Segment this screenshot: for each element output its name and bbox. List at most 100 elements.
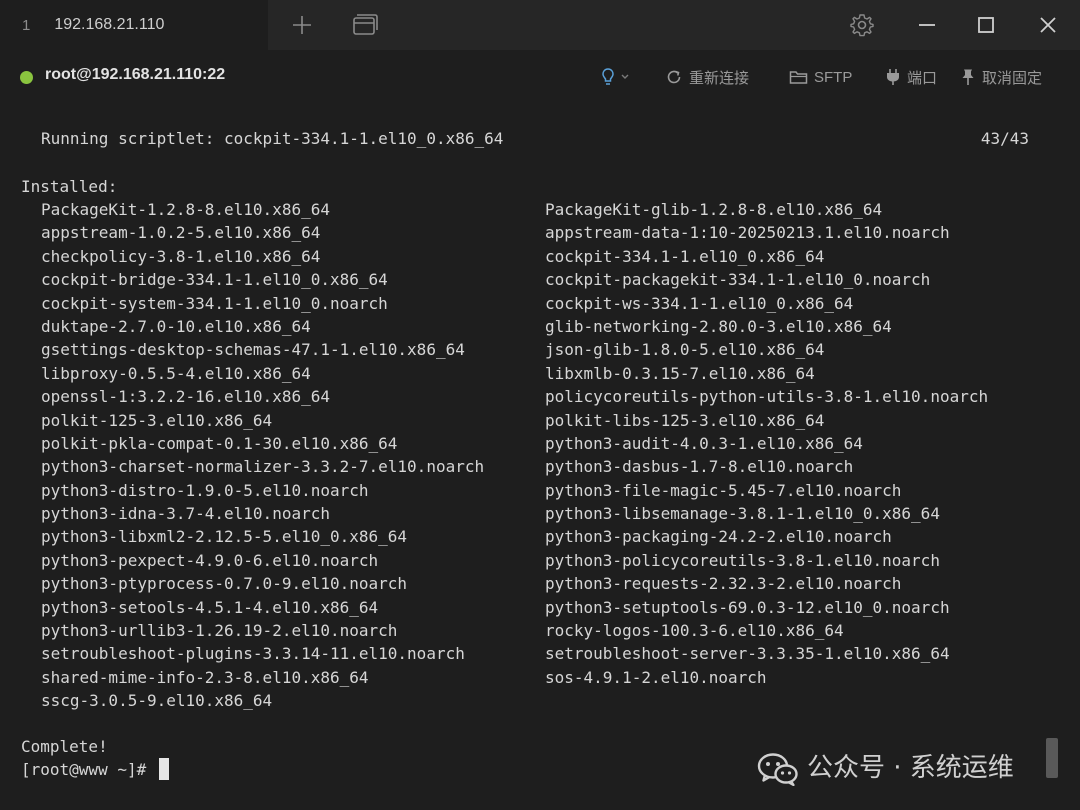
package-name: appstream-1.0.2-5.el10.x86_64 (41, 223, 321, 243)
terminal-output[interactable]: Running scriptlet: cockpit-334.1-1.el10_… (0, 105, 1080, 810)
package-row: polkit-125-3.el10.x86_64 polkit-libs-125-… (41, 409, 1021, 432)
package-row: setroubleshoot-plugins-3.3.14-11.el10.no… (41, 642, 1021, 665)
package-name: cockpit-system-334.1-1.el10_0.noarch (41, 293, 388, 313)
pin-icon (962, 69, 974, 85)
watermark: 公众号 · 系统运维 (757, 752, 1014, 786)
plug-icon (887, 69, 899, 85)
package-name: python3-dasbus-1.7-8.el10.noarch (545, 457, 854, 477)
package-name: appstream-data-1:10-20250213.1.el10.noar… (545, 223, 950, 243)
maximize-icon (978, 17, 994, 33)
sftp-button[interactable]: SFTP (789, 66, 852, 88)
unpin-label: 取消固定 (982, 69, 1043, 87)
package-row: gsettings-desktop-schemas-47.1-1.el10.x8… (41, 338, 1021, 361)
package-name: python3-idna-3.7-4.el10.noarch (41, 504, 330, 524)
package-row: python3-ptyprocess-0.7.0-9.el10.noarch py… (41, 572, 1021, 595)
package-name: polkit-125-3.el10.x86_64 (41, 410, 273, 430)
package-name: sscg-3.0.5-9.el10.x86_64 (41, 691, 273, 711)
gear-icon (850, 14, 874, 37)
package-name: sos-4.9.1-2.el10.noarch (545, 667, 767, 687)
package-row: python3-libxml2-2.12.5-5.el10_0.x86_64 py… (41, 525, 1021, 548)
package-name: glib-networking-2.80.0-3.el10.x86_64 (545, 316, 892, 336)
package-name: PackageKit-glib-1.2.8-8.el10.x86_64 (545, 200, 883, 219)
package-name: cockpit-packagekit-334.1-1.el10_0.noarch (545, 270, 931, 290)
package-name: policycoreutils-python-utils-3.8-1.el10.… (545, 387, 989, 407)
lightbulb-icon (602, 68, 629, 85)
tab-title: 192.168.21.110 (54, 16, 165, 33)
package-row: python3-pexpect-4.9.0-6.el10.noarch pytho… (41, 549, 1021, 572)
new-tab-button[interactable] (288, 11, 316, 39)
package-name: python3-setools-4.5.1-4.el10.x86_64 (41, 597, 379, 617)
package-name: cockpit-bridge-334.1-1.el10_0.x86_64 (41, 270, 388, 290)
package-row: python3-distro-1.9.0-5.el10.noarch python… (41, 479, 1021, 502)
package-name: python3-ptyprocess-0.7.0-9.el10.noarch (41, 574, 408, 594)
watermark-text: 公众号 · 系统运维 (807, 753, 1014, 784)
package-row: PackageKit-1.2.8-8.el10.x86_64 PackageKit… (41, 198, 1021, 221)
minimize-button[interactable] (914, 12, 940, 38)
hint-dropdown-button[interactable] (600, 66, 632, 88)
close-button[interactable] (1035, 12, 1061, 38)
package-name: gsettings-desktop-schemas-47.1-1.el10.x8… (41, 340, 465, 360)
package-row: shared-mime-info-2.3-8.el10.x86_64 sos-4.… (41, 666, 1021, 689)
package-name: python3-charset-normalizer-3.3.2-7.el10.… (41, 457, 485, 477)
connection-status-dot (20, 71, 33, 84)
package-name: cockpit-ws-334.1-1.el10_0.x86_64 (545, 293, 854, 313)
sftp-label: SFTP (814, 68, 853, 86)
package-name: python3-libxml2-2.12.5-5.el10_0.x86_64 (41, 527, 408, 547)
port-button[interactable]: 端口 (885, 66, 937, 88)
folder-icon (789, 71, 808, 84)
window-list-icon (353, 14, 378, 35)
session-tab[interactable]: 1 192.168.21.110 (0, 0, 268, 50)
terminal-scrollbar[interactable] (1046, 738, 1058, 778)
package-row: appstream-1.0.2-5.el10.x86_64 appstream-d… (41, 221, 1021, 244)
package-row: python3-urllib3-1.26.19-2.el10.noarch roc… (41, 619, 1021, 642)
port-label: 端口 (907, 69, 938, 87)
package-name: shared-mime-info-2.3-8.el10.x86_64 (41, 667, 369, 687)
package-name: python3-setuptools-69.0.3-12.el10_0.noar… (545, 597, 950, 617)
package-row: python3-charset-normalizer-3.3.2-7.el10.… (41, 455, 1021, 478)
package-name: libxmlb-0.3.15-7.el10.x86_64 (545, 363, 815, 383)
package-name: python3-libsemanage-3.8.1-1.el10_0.x86_6… (545, 504, 940, 524)
package-name: polkit-libs-125-3.el10.x86_64 (545, 410, 825, 430)
package-name: python3-requests-2.32.3-2.el10.noarch (545, 574, 902, 594)
package-name: libproxy-0.5.5-4.el10.x86_64 (41, 363, 311, 383)
refresh-icon (667, 70, 681, 84)
maximize-button[interactable] (973, 12, 999, 38)
package-name: rocky-logos-100.3-6.el10.x86_64 (545, 621, 844, 641)
package-row: cockpit-system-334.1-1.el10_0.noarch cock… (41, 292, 1021, 315)
ssh-client-window: 1 192.168.21.110 root@192.168.21.110:22 … (0, 0, 1080, 810)
package-name: cockpit-334.1-1.el10_0.x86_64 (545, 246, 825, 266)
scriptlet-line: Running scriptlet: cockpit-334.1-1.el10_… (41, 129, 504, 148)
package-name: checkpolicy-3.8-1.el10.x86_64 (41, 246, 321, 266)
terminal-cursor (159, 758, 169, 780)
package-name: duktape-2.7.0-10.el10.x86_64 (41, 316, 311, 336)
package-name: python3-audit-4.0.3-1.el10.x86_64 (545, 433, 863, 453)
reconnect-button[interactable]: 重新连接 (665, 66, 749, 88)
package-name: python3-policycoreutils-3.8-1.el10.noarc… (545, 550, 940, 570)
package-name: setroubleshoot-plugins-3.3.14-11.el10.no… (41, 644, 465, 664)
package-name: polkit-pkla-compat-0.1-30.el10.x86_64 (41, 433, 398, 453)
reconnect-label: 重新连接 (689, 69, 750, 87)
package-row: python3-idna-3.7-4.el10.noarch python3-li… (41, 502, 1021, 525)
installed-header: Installed: (21, 177, 118, 196)
package-row: cockpit-bridge-334.1-1.el10_0.x86_64 cock… (41, 268, 1021, 291)
package-row: libproxy-0.5.5-4.el10.x86_64 libxmlb-0.3.… (41, 362, 1021, 385)
tab-bar: 1 192.168.21.110 (0, 0, 1080, 50)
shell-prompt: [root@www ~]# (21, 760, 147, 779)
package-name: setroubleshoot-server-3.3.35-1.el10.x86_… (545, 644, 950, 664)
package-name: python3-file-magic-5.45-7.el10.noarch (545, 480, 902, 500)
package-row: duktape-2.7.0-10.el10.x86_64 glib-network… (41, 315, 1021, 338)
package-name: python3-distro-1.9.0-5.el10.noarch (41, 480, 369, 500)
minimize-icon (919, 24, 935, 26)
wechat-icon (757, 753, 798, 786)
window-list-button[interactable] (350, 12, 378, 38)
package-row: polkit-pkla-compat-0.1-30.el10.x86_64 pyt… (41, 432, 1021, 455)
settings-button[interactable] (849, 12, 875, 38)
scriptlet-count: 43/43 (980, 129, 1029, 148)
package-row: openssl-1:3.2.2-16.el10.x86_64 policycore… (41, 385, 1021, 408)
unpin-button[interactable]: 取消固定 (960, 66, 1042, 88)
plus-icon (293, 16, 311, 34)
package-row: checkpolicy-3.8-1.el10.x86_64 cockpit-334… (41, 245, 1021, 268)
package-name: python3-pexpect-4.9.0-6.el10.noarch (41, 550, 379, 570)
complete-line: Complete! (21, 737, 108, 756)
package-name: json-glib-1.8.0-5.el10.x86_64 (545, 340, 825, 360)
